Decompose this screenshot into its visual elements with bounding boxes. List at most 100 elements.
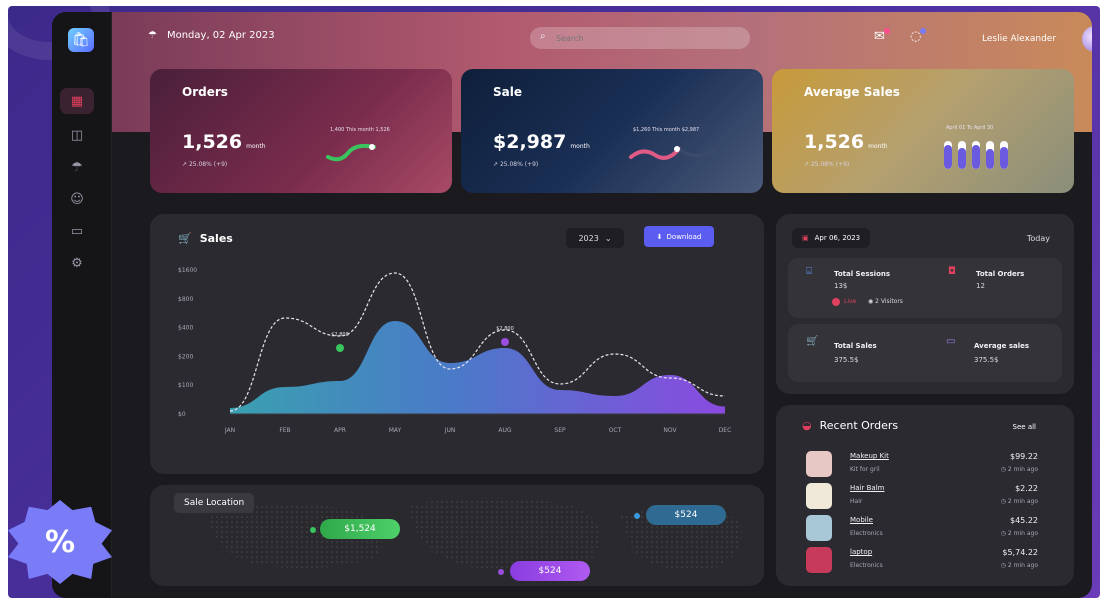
today-date-chip[interactable]: ▣ Apr 06, 2023 bbox=[792, 228, 871, 248]
product-category: Electronics bbox=[850, 530, 883, 537]
x-tick-label: FEB bbox=[279, 427, 290, 434]
location-pill-1[interactable]: $1,524 bbox=[320, 519, 400, 539]
card-icon: ▭ bbox=[70, 223, 84, 239]
sale-note: $1,260 This month $2,987 bbox=[633, 127, 700, 133]
y-tick-label: $0 bbox=[178, 411, 186, 418]
total-sales-value: 375.5$ bbox=[834, 356, 859, 364]
location-marker-3 bbox=[498, 569, 504, 575]
order-time: ◷ 2 min ago bbox=[1000, 562, 1038, 569]
total-sales-label: Total Sales bbox=[834, 342, 877, 350]
order-time-value: 2 min ago bbox=[1007, 466, 1038, 473]
average-bar bbox=[958, 141, 966, 169]
user-icon: ☺ bbox=[70, 191, 84, 207]
orders-card[interactable]: Orders 1,526 month ↗ 25.08% (+9) 1,400 Th… bbox=[150, 69, 452, 193]
average-bar bbox=[1000, 141, 1008, 169]
recent-order-row[interactable]: Mobile Electronics $45.22 ◷ 2 min ago bbox=[806, 515, 1038, 543]
today-label[interactable]: Today bbox=[1027, 234, 1050, 243]
order-price: $2.22 bbox=[1015, 484, 1038, 493]
order-time-value: 2 min ago bbox=[1007, 498, 1038, 505]
highlight-point[interactable] bbox=[501, 338, 509, 346]
total-orders-label: Total Orders bbox=[976, 270, 1025, 278]
briefcase-icon: ◫ bbox=[70, 127, 84, 143]
average-bar bbox=[944, 141, 952, 169]
visitors-count: ◉ 2 Visitors bbox=[868, 298, 903, 305]
see-all-link[interactable]: See all bbox=[1013, 423, 1036, 431]
order-price: $45.22 bbox=[1010, 516, 1038, 525]
order-time-value: 2 min ago bbox=[1007, 530, 1038, 537]
x-tick-label: OCT bbox=[609, 427, 622, 434]
location-pill-2[interactable]: $524 bbox=[646, 505, 726, 525]
x-tick-label: MAY bbox=[389, 427, 402, 434]
dashboard-app: 🛍 ▦ ◫ ☂ ☺ ▭ ⚙ ☂ Monday, 02 Apr 2023 ⌕ ✉ … bbox=[52, 12, 1092, 598]
product-thumbnail bbox=[806, 451, 832, 477]
shopping-bag-logo-icon[interactable]: 🛍 bbox=[68, 28, 94, 52]
y-tick-label: $200 bbox=[178, 353, 193, 360]
total-sessions-value: 13$ bbox=[834, 282, 848, 290]
search-input[interactable] bbox=[530, 27, 750, 49]
sidebar-item-products[interactable]: ◫ bbox=[60, 122, 94, 148]
avatar[interactable] bbox=[1082, 26, 1092, 52]
date-label: Monday, 02 Apr 2023 bbox=[166, 30, 275, 41]
y-tick-label: $800 bbox=[178, 296, 193, 303]
settings-icon: ⚙ bbox=[71, 255, 83, 271]
product-name[interactable]: Makeup Kit bbox=[850, 452, 889, 460]
x-tick-label: DEC bbox=[719, 427, 732, 434]
average-bar-fill bbox=[944, 145, 952, 169]
highlight-point[interactable] bbox=[336, 344, 344, 352]
umbrella-icon: ☂ bbox=[71, 159, 83, 175]
product-category: Kit for gril bbox=[850, 466, 880, 473]
y-tick-label: $1600 bbox=[178, 267, 197, 274]
order-time: ◷ 2 min ago bbox=[1000, 530, 1038, 537]
sidebar-item-payments[interactable]: ▭ bbox=[60, 218, 94, 244]
order-price: $5,74.22 bbox=[1002, 548, 1038, 557]
weather-icon: ☂ bbox=[148, 30, 157, 41]
sale-card-title: Sale bbox=[493, 85, 522, 99]
user-name[interactable]: Leslie Alexander bbox=[982, 34, 1056, 44]
cart-stat-icon: 🛒 bbox=[806, 336, 819, 347]
total-orders-value: 12 bbox=[976, 282, 985, 290]
average-bar bbox=[986, 141, 994, 169]
average-bar bbox=[972, 141, 980, 169]
product-name[interactable]: laptop bbox=[850, 548, 872, 556]
recent-order-row[interactable]: Hair Balm Hair $2.22 ◷ 2 min ago bbox=[806, 483, 1038, 511]
calendar-icon: ▣ bbox=[802, 234, 809, 242]
highlight-label: $2,800 bbox=[496, 326, 514, 332]
sales-chart: $1600 $800 $400 $200 $100 $0 JAN FEB APR MAY JUN AU… bbox=[178, 267, 732, 434]
product-name[interactable]: Mobile bbox=[850, 516, 873, 524]
order-time-value: 2 min ago bbox=[1007, 562, 1038, 569]
orders-sparkline bbox=[326, 143, 376, 162]
product-category: Electronics bbox=[850, 562, 883, 569]
recent-order-row[interactable]: Makeup Kit Kit for gril $99.22 ◷ 2 min ago bbox=[806, 451, 1038, 479]
average-sales-note: April 01 To April 30 bbox=[946, 125, 994, 131]
live-label: Live bbox=[844, 298, 857, 305]
x-tick-label: NOV bbox=[663, 427, 677, 434]
sales-panel: 🛒 Sales 2023 ⌄ ⬇ Download $1600 $800 $400 $… bbox=[150, 214, 764, 474]
average-sales-card[interactable]: Average Sales 1,526 month ↗ 25.08% (+9) A… bbox=[772, 69, 1074, 193]
product-name[interactable]: Hair Balm bbox=[850, 484, 884, 492]
sidebar-item-insurance[interactable]: ☂ bbox=[60, 154, 94, 180]
order-price: $99.22 bbox=[1010, 452, 1038, 461]
wallet-icon: ▭ bbox=[946, 336, 956, 347]
location-marker-1 bbox=[310, 527, 316, 533]
sale-change: ↗ 25.08% (+9) bbox=[493, 161, 539, 168]
percent-icon: % bbox=[44, 524, 76, 560]
average-sales-bars bbox=[944, 139, 1024, 169]
sidebar-item-settings[interactable]: ⚙ bbox=[60, 250, 94, 276]
location-marker-2 bbox=[634, 513, 640, 519]
orders-note: 1,400 This month 1,526 bbox=[330, 127, 390, 133]
grid-icon: ▦ bbox=[70, 93, 84, 109]
product-thumbnail bbox=[806, 483, 832, 509]
product-thumbnail bbox=[806, 547, 832, 573]
recent-order-row[interactable]: laptop Electronics $5,74.22 ◷ 2 min ago bbox=[806, 547, 1038, 575]
average-sales-title: Average Sales bbox=[804, 85, 900, 99]
orders-card-title: Orders bbox=[182, 85, 228, 99]
average-bar-fill bbox=[972, 145, 980, 169]
recent-orders-title: Recent Orders bbox=[819, 419, 899, 432]
location-pill-3[interactable]: $524 bbox=[510, 561, 590, 581]
product-thumbnail bbox=[806, 515, 832, 541]
sidebar-item-customers[interactable]: ☺ bbox=[60, 186, 94, 212]
sidebar-item-dashboard[interactable]: ▦ bbox=[60, 88, 94, 114]
top-bar: ☂ Monday, 02 Apr 2023 ⌕ ✉ ◌ Leslie Alexa… bbox=[112, 12, 1092, 67]
header-date: ☂ Monday, 02 Apr 2023 bbox=[148, 30, 275, 41]
sale-card[interactable]: Sale $2,987 month ↗ 25.08% (+9) $1,260 Th… bbox=[461, 69, 763, 193]
